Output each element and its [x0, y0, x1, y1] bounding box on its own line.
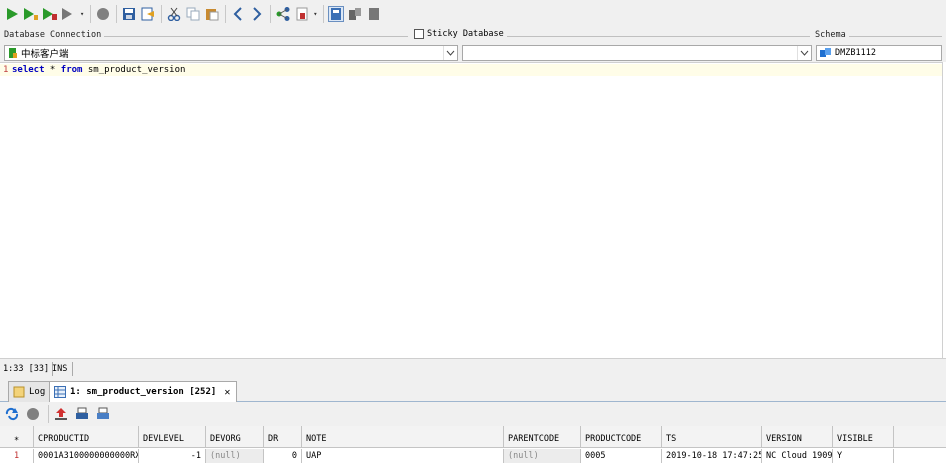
execute-current-icon[interactable] — [23, 6, 39, 22]
table-cell[interactable]: Y — [833, 449, 894, 463]
row-number[interactable]: 1 — [0, 449, 34, 463]
chevron-down-icon[interactable] — [797, 46, 811, 60]
sticky-database-checkbox[interactable]: Sticky Database — [414, 29, 507, 39]
cut-icon[interactable] — [166, 6, 182, 22]
toolbar-separator — [48, 405, 49, 423]
schema-label: Schema — [815, 30, 849, 40]
column-header[interactable]: DR — [264, 426, 302, 447]
layout-maximize-icon[interactable] — [366, 6, 382, 22]
table-cell[interactable]: (null) — [504, 449, 581, 463]
column-header[interactable]: PARENTCODE — [504, 426, 581, 447]
column-header[interactable]: TS — [662, 426, 762, 447]
results-toolbar — [0, 402, 946, 426]
sticky-database-label: Sticky Database — [427, 29, 504, 39]
execute-dropdown-icon[interactable]: ▾ — [80, 10, 84, 18]
divider — [100, 36, 408, 37]
save-as-icon[interactable] — [140, 6, 156, 22]
toolbar-separator — [225, 5, 227, 23]
sql-editor[interactable]: 1 select * from sm_product_version — [0, 62, 943, 358]
table-cell[interactable]: 0 — [264, 449, 302, 463]
keyword-select: select — [12, 65, 45, 75]
column-header[interactable]: VISIBLE — [833, 426, 894, 447]
connection-label-row: Database Connection Sticky Database Sche… — [0, 28, 946, 43]
connection-row: 中标客户端 DMZB1112 — [0, 43, 946, 62]
insert-mode: INS — [49, 362, 73, 376]
grid-corner[interactable]: * — [0, 426, 34, 447]
export-icon[interactable] — [53, 406, 69, 422]
stop-fetch-icon[interactable] — [25, 406, 41, 422]
transaction-dropdown-icon[interactable]: ▾ — [313, 10, 317, 18]
status-bar: 1:33 [33] INS — [0, 358, 946, 378]
toolbar-separator — [116, 5, 118, 23]
forward-icon[interactable] — [249, 6, 265, 22]
toolbar-separator — [270, 5, 272, 23]
share-icon[interactable] — [275, 6, 291, 22]
table-cell[interactable]: 2019-10-18 17:47:25 — [662, 449, 762, 463]
table-cell[interactable]: 0005 — [581, 449, 662, 463]
table-cell[interactable]: NC Cloud 1909 — [762, 449, 833, 463]
column-header[interactable]: CPRODUCTID — [34, 426, 139, 447]
toolbar-separator — [90, 5, 92, 23]
result-grid[interactable]: * CPRODUCTID DEVLEVEL DEVORG DR NOTE PAR… — [0, 426, 946, 475]
refresh-icon[interactable] — [4, 406, 20, 422]
tab-log-label: Log — [29, 387, 46, 397]
tab-log[interactable]: Log — [8, 381, 53, 402]
paste-icon[interactable] — [204, 6, 220, 22]
table-name: sm_product_version — [82, 65, 186, 75]
execute-script-icon[interactable] — [42, 6, 58, 22]
connection-select[interactable]: 中标客户端 — [4, 45, 458, 61]
execute-icon[interactable] — [4, 6, 20, 22]
chevron-down-icon[interactable] — [443, 46, 457, 60]
toolbar-separator — [161, 5, 163, 23]
divider — [848, 36, 942, 37]
transaction-icon[interactable] — [294, 6, 310, 22]
grid-icon — [54, 386, 66, 398]
schema-value: DMZB1112 — [835, 48, 876, 58]
select-star: * — [44, 65, 61, 75]
column-header[interactable]: PRODUCTCODE — [581, 426, 662, 447]
main-toolbar: ▾ ▾ — [0, 0, 946, 28]
results-tabs: Log 1: sm_product_version [252] ✕ — [0, 378, 946, 402]
layout-horizontal-icon[interactable] — [347, 6, 363, 22]
layout-vertical-icon[interactable] — [328, 6, 345, 22]
cursor-position: 1:33 [33] — [0, 362, 54, 376]
table-row[interactable]: 1 0001A3100000000000RX -1 (null) 0 UAP (… — [0, 449, 946, 463]
column-header[interactable]: NOTE — [302, 426, 504, 447]
schema-icon — [820, 48, 832, 58]
column-header[interactable]: DEVLEVEL — [139, 426, 206, 447]
copy-icon[interactable] — [185, 6, 201, 22]
keyword-from: from — [60, 65, 83, 75]
tab-result-label: 1: sm_product_version [252] — [70, 387, 217, 397]
line-number: 1 — [3, 65, 9, 75]
sql-code[interactable]: select * from sm_product_version — [12, 65, 185, 75]
table-cell[interactable]: -1 — [139, 449, 206, 463]
table-cell[interactable]: (null) — [206, 449, 264, 463]
explain-plan-icon[interactable] — [61, 6, 77, 22]
column-header[interactable]: DEVORG — [206, 426, 264, 447]
log-icon — [13, 386, 25, 398]
stop-icon[interactable] — [95, 6, 111, 22]
checkbox-box[interactable] — [414, 29, 424, 39]
table-cell[interactable]: UAP — [302, 449, 504, 463]
tab-result-set[interactable]: 1: sm_product_version [252] ✕ — [49, 381, 238, 402]
database-select[interactable] — [462, 45, 812, 61]
database-icon — [8, 47, 18, 59]
connection-value: 中标客户端 — [21, 49, 69, 60]
grid-header: * CPRODUCTID DEVLEVEL DEVORG DR NOTE PAR… — [0, 426, 946, 448]
schema-select[interactable]: DMZB1112 — [816, 45, 942, 61]
divider — [500, 36, 810, 37]
print-preview-icon[interactable] — [95, 406, 111, 422]
close-icon[interactable]: ✕ — [224, 387, 230, 398]
column-header[interactable]: VERSION — [762, 426, 833, 447]
database-connection-label: Database Connection — [4, 30, 105, 40]
table-cell[interactable]: 0001A3100000000000RX — [34, 449, 139, 463]
toolbar-separator — [323, 5, 325, 23]
back-icon[interactable] — [230, 6, 246, 22]
print-icon[interactable] — [74, 406, 90, 422]
save-icon[interactable] — [121, 6, 137, 22]
